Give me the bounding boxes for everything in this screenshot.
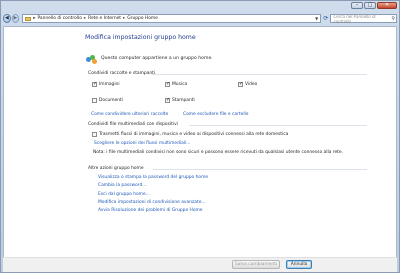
checkbox-label: Stampanti bbox=[172, 98, 195, 103]
link-exclude-files[interactable]: Come escludere file e cartelle bbox=[183, 112, 248, 117]
breadcrumb-homegroup[interactable]: Gruppo Home bbox=[127, 16, 158, 21]
checkbox-box[interactable] bbox=[92, 132, 97, 137]
membership-text: Questo computer appartiene a un gruppo h… bbox=[101, 56, 213, 61]
checkbox-label: Trasmetti flussi di immagini, musica e v… bbox=[99, 132, 289, 137]
checkbox-videos[interactable]: ✓ Video bbox=[238, 81, 258, 87]
breadcrumb-separator: ▸ bbox=[33, 16, 36, 21]
maximize-button[interactable]: □ bbox=[364, 2, 376, 9]
window-controls: – □ ✕ bbox=[351, 2, 397, 9]
link-share-more-libraries[interactable]: Come condividere ulteriori raccolte bbox=[91, 112, 168, 117]
checkbox-pictures[interactable]: ✓ Immagini bbox=[92, 81, 120, 87]
link-troubleshooter[interactable]: Avvia Risoluzione dei problemi di Gruppo… bbox=[98, 208, 203, 213]
footer-bar bbox=[3, 257, 397, 272]
checkbox-box[interactable]: ✓ bbox=[238, 81, 244, 87]
media-section-heading: Condividi file multimediali con disposit… bbox=[88, 122, 178, 127]
breadcrumb-separator[interactable]: ▸ bbox=[123, 16, 125, 21]
section-divider bbox=[153, 169, 367, 170]
checkmark-icon: ✓ bbox=[93, 81, 98, 87]
checkbox-box[interactable]: ✓ bbox=[165, 81, 171, 87]
other-actions-heading: Altre azioni gruppo home bbox=[88, 166, 144, 171]
link-leave-homegroup[interactable]: Esci dal gruppo home... bbox=[98, 192, 150, 197]
navigation-bar: ◀ ▶ ▸ Pannello di controllo ▸ Rete e Int… bbox=[3, 13, 397, 24]
checkbox-label: Documenti bbox=[99, 98, 123, 103]
page-title: Modifica impostazioni gruppo home bbox=[85, 34, 196, 41]
checkbox-documents[interactable]: Documenti bbox=[92, 98, 123, 103]
homegroup-icon bbox=[86, 55, 98, 64]
checkbox-label: Musica bbox=[172, 82, 188, 87]
checkbox-label: Video bbox=[245, 82, 258, 87]
link-change-password[interactable]: Cambia la password... bbox=[98, 183, 146, 188]
close-button[interactable]: ✕ bbox=[377, 2, 397, 9]
share-section-heading: Condividi raccolte e stampanti bbox=[88, 71, 156, 76]
search-input[interactable]: Cerca nel Pannello di controllo ⚲ bbox=[330, 13, 397, 24]
breadcrumb-network-internet[interactable]: Rete e Internet bbox=[88, 16, 121, 21]
checkmark-icon: ✓ bbox=[166, 81, 171, 87]
minimize-button[interactable]: – bbox=[351, 2, 363, 9]
title-bar[interactable]: – □ ✕ bbox=[1, 1, 399, 11]
control-panel-icon bbox=[25, 16, 32, 21]
refresh-icon[interactable]: ⟳ bbox=[322, 14, 329, 23]
section-divider bbox=[152, 74, 367, 75]
breadcrumb-control-panel[interactable]: Pannello di controllo bbox=[37, 16, 81, 21]
checkbox-stream-media[interactable]: Trasmetti flussi di immagini, musica e v… bbox=[92, 132, 288, 137]
forward-button[interactable]: ▶ bbox=[11, 14, 20, 23]
section-divider bbox=[189, 125, 367, 126]
checkbox-box[interactable]: ✓ bbox=[92, 81, 98, 87]
link-view-print-password[interactable]: Visualizza o stampa la password del grup… bbox=[98, 175, 208, 180]
checkbox-box[interactable] bbox=[92, 98, 97, 103]
control-panel-window: – □ ✕ ◀ ▶ ▸ Pannello di controllo ▸ Rete… bbox=[0, 0, 400, 273]
cancel-button[interactable]: Annulla bbox=[286, 260, 312, 269]
link-advanced-sharing[interactable]: Modifica impostazioni di condivisione av… bbox=[98, 200, 206, 205]
link-media-streaming-options[interactable]: Scegliere le opzioni dei flussi multimed… bbox=[94, 141, 190, 146]
save-button[interactable]: Salva cambiamenti bbox=[232, 260, 280, 269]
address-bar[interactable]: ▸ Pannello di controllo ▸ Rete e Interne… bbox=[22, 14, 322, 23]
search-icon[interactable]: ⚲ bbox=[391, 16, 395, 22]
checkbox-label: Immagini bbox=[99, 82, 120, 87]
search-placeholder: Cerca nel Pannello di controllo bbox=[333, 13, 376, 24]
checkbox-box[interactable]: ✓ bbox=[165, 97, 171, 103]
checkbox-music[interactable]: ✓ Musica bbox=[165, 81, 188, 87]
chevron-down-icon[interactable]: ▼ bbox=[313, 15, 320, 22]
checkbox-printers[interactable]: ✓ Stampanti bbox=[165, 97, 195, 103]
back-button[interactable]: ◀ bbox=[3, 14, 11, 23]
checkmark-icon: ✓ bbox=[239, 81, 244, 87]
checkmark-icon: ✓ bbox=[166, 97, 171, 103]
security-note: Nota: i file multimediali condivisi non … bbox=[93, 150, 343, 155]
breadcrumb-separator[interactable]: ▸ bbox=[84, 16, 86, 21]
